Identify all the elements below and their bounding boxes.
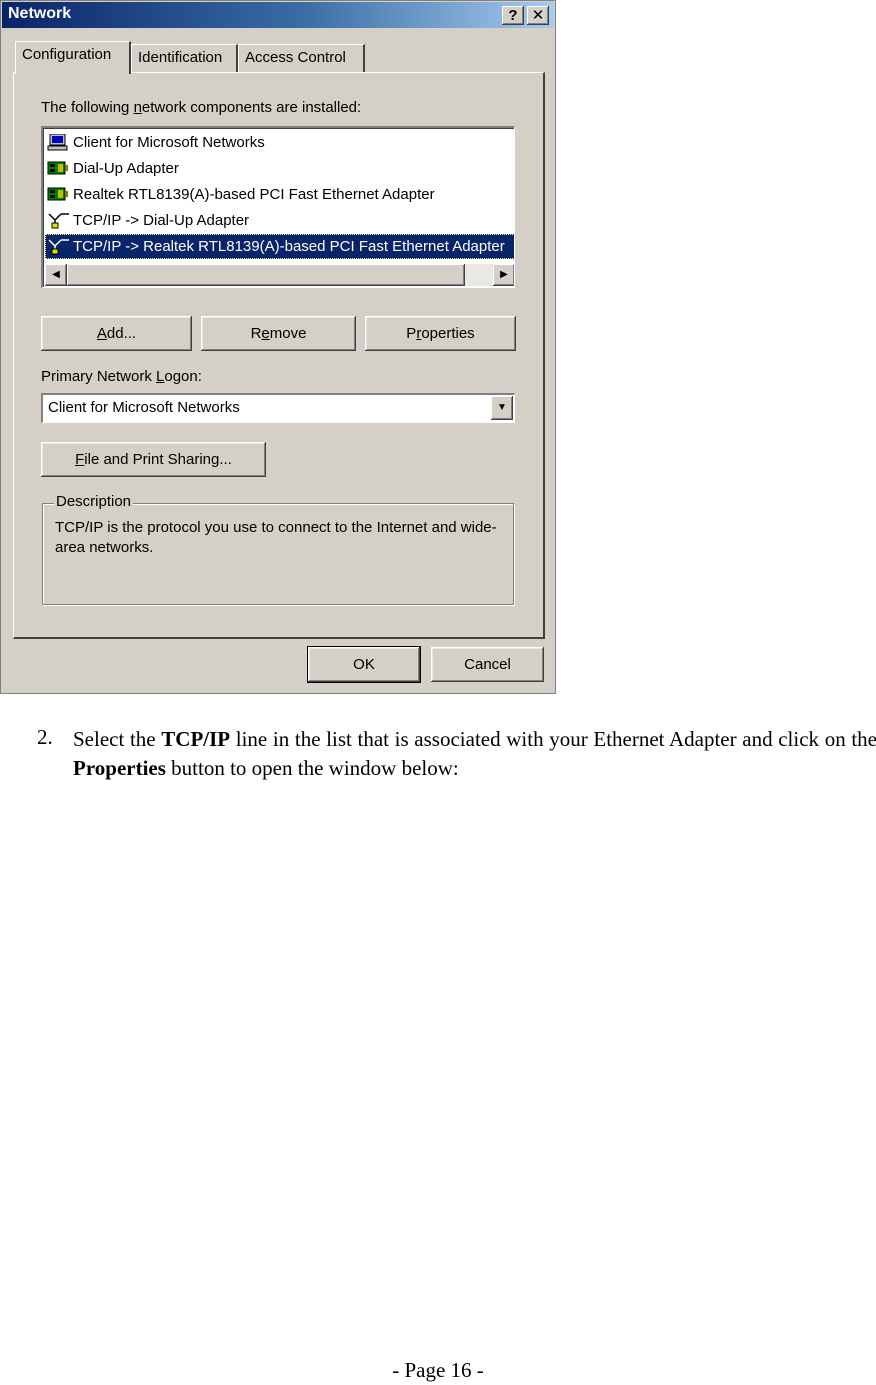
properties-button[interactable]: Properties	[365, 316, 516, 351]
step-instruction: Select the TCP/IP line in the list that …	[73, 727, 876, 780]
tab-identification[interactable]: Identification	[131, 44, 238, 72]
chevron-down-icon: ▼	[497, 402, 507, 413]
scroll-thumb[interactable]	[67, 264, 465, 286]
step-number: 2.	[37, 725, 53, 749]
tab-access-control[interactable]: Access Control	[238, 44, 365, 72]
protocol-icon	[48, 239, 69, 255]
list-item-selected[interactable]: TCP/IP -> Realtek RTL8139(A)-based PCI F…	[45, 234, 514, 259]
page-number: - Page 16 -	[392, 1358, 484, 1382]
primary-logon-label: Primary Network Logon:	[41, 368, 202, 385]
description-text: TCP/IP is the protocol you use to connec…	[55, 519, 497, 556]
horizontal-scrollbar[interactable]: ◀ ▶	[45, 264, 514, 286]
primary-logon-value: Client for Microsoft Networks	[48, 399, 240, 416]
bold-properties: Properties	[73, 756, 166, 780]
list-item-label: Dial-Up Adapter	[73, 160, 179, 177]
primary-logon-dropdown[interactable]: Client for Microsoft Networks ▼	[41, 393, 515, 423]
description-legend: Description	[54, 493, 134, 510]
list-item-label: Realtek RTL8139(A)-based PCI Fast Ethern…	[73, 186, 435, 203]
ok-button[interactable]: OK	[307, 646, 421, 683]
components-label: The following network components are ins…	[41, 99, 362, 116]
scroll-right-button[interactable]: ▶	[493, 264, 514, 286]
help-button[interactable]: ?	[502, 6, 524, 25]
cancel-button[interactable]: Cancel	[431, 647, 544, 682]
list-item[interactable]: Realtek RTL8139(A)-based PCI Fast Ethern…	[45, 182, 514, 207]
arrow-right-icon: ▶	[500, 269, 508, 280]
description-group: Description TCP/IP is the protocol you u…	[42, 493, 514, 605]
components-listbox[interactable]: Client for Microsoft Networks Dial-Up Ad…	[41, 126, 515, 288]
list-item-label: TCP/IP -> Realtek RTL8139(A)-based PCI F…	[73, 238, 505, 255]
list-item-label: Client for Microsoft Networks	[73, 134, 265, 151]
bold-tcpip: TCP/IP	[161, 727, 231, 751]
list-item[interactable]: TCP/IP -> Dial-Up Adapter	[45, 208, 514, 233]
network-dialog: Network ? ✕ Configuration Identification…	[0, 0, 556, 694]
file-print-sharing-button[interactable]: File and Print Sharing...	[41, 442, 266, 477]
add-button[interactable]: Add...	[41, 316, 192, 351]
list-item[interactable]: Client for Microsoft Networks	[45, 130, 514, 155]
protocol-icon	[48, 213, 69, 229]
scroll-left-button[interactable]: ◀	[45, 264, 67, 286]
arrow-left-icon: ◀	[52, 269, 60, 280]
network-adapter-icon	[47, 161, 68, 175]
computer-icon	[47, 134, 68, 151]
title-bar[interactable]: Network ? ✕	[2, 2, 554, 28]
dialog-title: Network	[8, 5, 72, 22]
remove-button[interactable]: Remove	[201, 316, 356, 351]
network-adapter-icon	[47, 187, 68, 201]
list-item[interactable]: Dial-Up Adapter	[45, 156, 514, 181]
dropdown-button[interactable]: ▼	[491, 396, 513, 420]
list-item-label: TCP/IP -> Dial-Up Adapter	[73, 212, 250, 229]
tab-configuration[interactable]: Configuration	[15, 41, 131, 74]
close-button[interactable]: ✕	[527, 6, 549, 25]
